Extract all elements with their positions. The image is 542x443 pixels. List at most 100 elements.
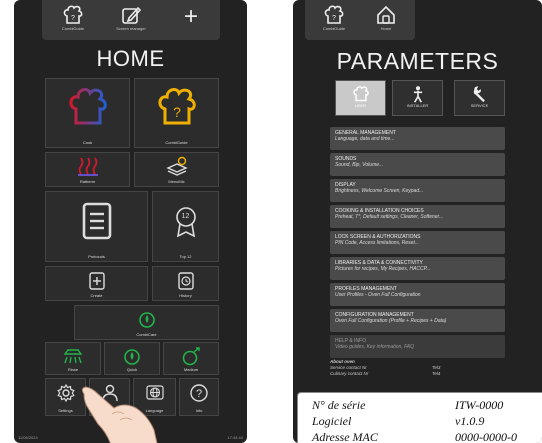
tab-service-label: SERVICE bbox=[470, 103, 489, 108]
software-label: Logiciel bbox=[312, 414, 352, 428]
screen-manager-button[interactable]: Screen manager bbox=[106, 2, 156, 38]
svg-text:?: ? bbox=[71, 15, 75, 22]
combicare-drop-icon bbox=[138, 312, 155, 328]
top12-label: Top 12 bbox=[179, 254, 192, 259]
add-document-icon bbox=[88, 272, 105, 290]
cook-label: Cook bbox=[82, 140, 93, 145]
menu-configuration-management[interactable]: CONFIGURATION MANAGEMENT Oven Full Confi… bbox=[330, 309, 505, 332]
svg-text:?: ? bbox=[332, 15, 336, 22]
chef-hat-icon bbox=[352, 86, 369, 102]
software-version-value: v1.0.9 bbox=[455, 414, 485, 428]
menu-item-subtitle: Sound, Bip, Volume... bbox=[335, 162, 384, 168]
home-screen: ? CombiGuide Screen manager + HOME Cook … bbox=[14, 0, 247, 443]
screen-manager-label: Screen manager bbox=[116, 26, 146, 31]
combiguide-toolbar-button[interactable]: ? CombiGuide bbox=[48, 2, 98, 38]
menu-item-subtitle: PIN Code, Access limitations, Reset... bbox=[335, 240, 420, 246]
serial-number-label: N° de série bbox=[312, 398, 366, 412]
about-oven-section: About oven Service contact Nr Tel3 Culin… bbox=[330, 359, 505, 377]
tab-installer[interactable]: INSTALLER bbox=[392, 80, 443, 116]
culinary-contact-value: Tel4 bbox=[432, 371, 441, 376]
menumix-tile[interactable]: MenuMix bbox=[134, 152, 219, 187]
footer-date: 11/06/2024 bbox=[18, 435, 38, 440]
chef-hat-question-icon: ? bbox=[63, 5, 83, 24]
menu-cooking-installation-choices[interactable]: COOKING & INSTALLATION CHOICES Preheat, … bbox=[330, 205, 505, 228]
menu-sounds[interactable]: SOUNDS Sound, Bip, Volume... bbox=[330, 153, 505, 176]
medium-tile[interactable]: Medium bbox=[163, 342, 219, 375]
history-label: History bbox=[179, 293, 192, 298]
combiguide-toolbar-button[interactable]: ? CombiGuide bbox=[309, 2, 359, 38]
award-ribbon-icon bbox=[175, 207, 196, 238]
history-clock-icon bbox=[177, 272, 194, 290]
footer-time: 17:44:44 bbox=[227, 435, 243, 440]
menu-lock-screen-authorizations[interactable]: LOCK SCREEN & AUTHORIZATIONS PIN Code, A… bbox=[330, 231, 505, 254]
menu-item-subtitle: Brightness, Welcome Screen, Keypad... bbox=[335, 188, 424, 194]
create-tile[interactable]: Create bbox=[45, 266, 148, 301]
installer-person-icon bbox=[413, 86, 422, 103]
question-circle-icon: ? bbox=[190, 384, 208, 402]
menu-item-subtitle: Pictures for recipes, My Recipes, HACCP.… bbox=[335, 266, 431, 272]
service-contact-label: Service contact Nr bbox=[330, 365, 367, 370]
menu-libraries-data-connectivity[interactable]: LIBRARIES & DATA & CONNECTIVITY Pictures… bbox=[330, 257, 505, 280]
cook-tile[interactable]: Cook bbox=[45, 78, 130, 148]
info-tile[interactable]: ? Info bbox=[179, 378, 219, 416]
menu-item-subtitle: Video guides, Key information, FAQ bbox=[335, 344, 415, 350]
pointing-hand-image bbox=[81, 386, 158, 443]
home-icon bbox=[377, 5, 395, 24]
menu-help-info[interactable]: HELP & INFO Video guides, Key informatio… bbox=[330, 335, 505, 358]
tab-user-label: USER bbox=[354, 103, 367, 108]
home-title: HOME bbox=[96, 46, 165, 71]
tab-user[interactable]: USER bbox=[335, 80, 386, 116]
stack-icon bbox=[165, 156, 188, 176]
combiguide-label: CombiGuide bbox=[165, 140, 188, 145]
home-button[interactable]: Home bbox=[361, 2, 411, 38]
parameters-title: PARAMETERS bbox=[336, 48, 499, 74]
combicare-tile[interactable]: CombiCare bbox=[74, 305, 219, 340]
parameters-toolbar: ? CombiGuide Home bbox=[305, 0, 415, 40]
serial-number-value: ITW-0000 bbox=[455, 398, 504, 412]
chef-hat-icon bbox=[69, 88, 107, 125]
top12-number: 12 bbox=[181, 213, 190, 220]
info-label: Info bbox=[195, 408, 203, 413]
edit-icon bbox=[122, 6, 142, 24]
ratherm-tile[interactable]: Ratherm bbox=[45, 152, 130, 187]
tab-service[interactable]: SERVICE bbox=[454, 80, 505, 116]
document-icon bbox=[82, 202, 111, 240]
wrench-icon bbox=[473, 86, 485, 103]
top12-tile[interactable]: 12 Top 12 bbox=[152, 191, 219, 262]
menu-item-subtitle: Language, data and time... bbox=[335, 136, 395, 142]
combicare-label: CombiCare bbox=[136, 332, 157, 337]
plus-icon: + bbox=[183, 3, 198, 30]
menu-profiles-management[interactable]: PROFILES MANAGEMENT User Profiles - Oven… bbox=[330, 283, 505, 306]
ratherm-label: Ratherm bbox=[79, 179, 96, 184]
chef-hat-question-icon: ? bbox=[158, 88, 196, 125]
menu-display[interactable]: DISPLAY Brightness, Welcome Screen, Keyp… bbox=[330, 179, 505, 202]
parameters-screen: ? CombiGuide Home PARAMETERS USER INSTAL… bbox=[293, 0, 542, 443]
medium-drop-icon bbox=[182, 347, 200, 366]
home-toolbar-label: Home bbox=[380, 26, 392, 31]
mac-address-value: 0000-0000-0 bbox=[455, 430, 517, 443]
combiguide-toolbar-label: CombiGuide bbox=[322, 26, 346, 31]
device-info-callout: N° de série ITW-0000 Logiciel v1.0.9 Adr… bbox=[297, 392, 542, 443]
combiguide-tile[interactable]: ? CombiGuide bbox=[134, 78, 219, 148]
svg-text:?: ? bbox=[173, 104, 181, 120]
heat-waves-icon bbox=[77, 157, 98, 176]
protocols-label: Protocols bbox=[88, 254, 105, 259]
culinary-contact-label: Culinary contact Nr bbox=[330, 371, 369, 376]
gear-icon bbox=[56, 383, 75, 403]
medium-label: Medium bbox=[183, 367, 199, 372]
menu-general-management[interactable]: GENERAL MANAGEMENT Language, data and ti… bbox=[330, 127, 505, 150]
mac-address-label: Adresse MAC bbox=[312, 430, 378, 443]
home-toolbar: ? CombiGuide Screen manager + bbox=[42, 0, 220, 40]
chef-hat-question-icon: ? bbox=[324, 5, 344, 24]
menu-item-subtitle: Oven Full Configuration (Profile + Recip… bbox=[335, 318, 447, 324]
combiguide-toolbar-label: CombiGuide bbox=[61, 26, 85, 31]
menumix-label: MenuMix bbox=[168, 179, 185, 184]
menu-item-subtitle: User Profiles - Oven Full Configuration bbox=[335, 292, 421, 298]
tab-installer-label: INSTALLER bbox=[406, 103, 429, 108]
menu-item-subtitle: Preheat, T°, Default settings, Cleaner, … bbox=[335, 214, 444, 220]
protocols-tile[interactable]: Protocols bbox=[45, 191, 148, 262]
add-button[interactable]: + bbox=[166, 2, 216, 38]
history-tile[interactable]: History bbox=[152, 266, 219, 301]
create-label: Create bbox=[90, 293, 103, 298]
svg-text:?: ? bbox=[196, 388, 202, 400]
